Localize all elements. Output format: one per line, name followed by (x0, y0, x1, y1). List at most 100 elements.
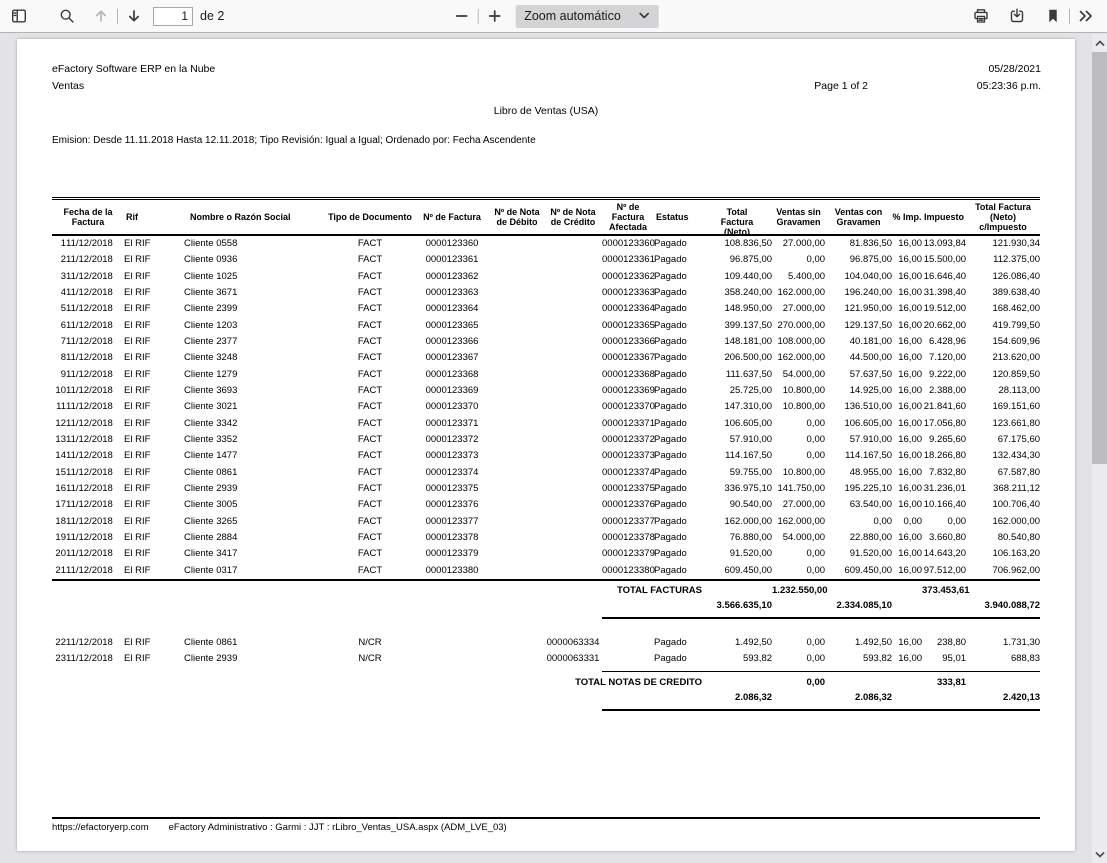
cell-total_neto: 25.725,00 (702, 383, 772, 399)
cell-imp: 16,00 (892, 416, 922, 432)
cell-ventas_con: 195.225,10 (825, 481, 892, 497)
footer-rule (52, 817, 1040, 819)
cell-ventas_sin: 0,00 (772, 432, 825, 448)
cell-factura: 0000123369 (414, 383, 490, 399)
secondary-toolbar-toggle-button[interactable] (1073, 3, 1099, 29)
cell-estatus: Pagado (654, 416, 702, 432)
cell-rif: El RIF (124, 334, 184, 350)
cell-tipo: FACT (326, 399, 414, 415)
cell-ventas_con: 1.492,50 (825, 635, 892, 651)
cell-impuesto: 6.428,96 (922, 334, 966, 350)
cell-ventas_sin: 0,00 (772, 252, 825, 268)
cell-num: 13 (52, 432, 66, 448)
zoom-in-button[interactable] (481, 3, 507, 29)
cell-nombre: Cliente 3342 (184, 416, 326, 432)
arrow-down-icon (126, 8, 142, 24)
cell-rif: El RIF (124, 465, 184, 481)
bookmark-button[interactable] (1040, 3, 1066, 29)
cell-imp: 16,00 (892, 269, 922, 285)
toolbar-separator (477, 9, 478, 24)
total-facturas-con-impuesto: 3.940.088,72 (966, 598, 1040, 614)
cell-fecha: 11/12/2018 (66, 318, 124, 334)
cell-imp: 16,00 (892, 318, 922, 334)
cell-imp: 16,00 (892, 252, 922, 268)
next-page-button[interactable] (121, 3, 147, 29)
cell-nota_credito: 0000063331 (544, 651, 602, 667)
cell-tipo: FACT (326, 465, 414, 481)
scroll-down-button[interactable] (1092, 846, 1107, 862)
cell-total_con: 106.163,20 (966, 546, 1040, 562)
cell-total_neto: 90.540,00 (702, 497, 772, 513)
cell-tipo: FACT (326, 481, 414, 497)
cell-nota_debito (490, 546, 544, 562)
cell-ventas_sin: 5.400,00 (772, 269, 825, 285)
cell-total_con: 80.540,80 (966, 530, 1040, 546)
cell-ventas_con: 57.910,00 (825, 432, 892, 448)
cell-estatus: Pagado (654, 481, 702, 497)
print-button[interactable] (968, 3, 994, 29)
download-button[interactable] (1004, 3, 1030, 29)
cell-factura: 0000123370 (414, 399, 490, 415)
page-number-input[interactable] (153, 7, 193, 26)
cell-estatus: Pagado (654, 285, 702, 301)
cell-estatus: Pagado (654, 367, 702, 383)
cell-nota_credito (544, 399, 602, 415)
cell-rif: El RIF (124, 269, 184, 285)
cell-nombre: Cliente 3693 (184, 383, 326, 399)
report-emission-line: Emision: Desde 11.11.2018 Hasta 12.11.20… (52, 135, 536, 146)
cell-imp: 16,00 (892, 546, 922, 562)
vertical-scrollbar[interactable] (1092, 34, 1107, 863)
cell-imp: 16,00 (892, 334, 922, 350)
col-header-impuesto: Impuesto (922, 200, 966, 235)
cell-nota_debito (490, 563, 544, 580)
cell-impuesto: 7.120,00 (922, 350, 966, 366)
cell-factura: 0000123364 (414, 301, 490, 317)
cell-nota_debito (490, 269, 544, 285)
cell-factura_afectada: 0000123367 (602, 350, 654, 366)
page-count-label: de 2 (200, 9, 224, 23)
cell-total_neto: 148.181,00 (702, 334, 772, 350)
cell-total_neto: 336.975,10 (702, 481, 772, 497)
cell-nota_debito (490, 334, 544, 350)
cell-fecha: 11/12/2018 (66, 350, 124, 366)
cell-tipo: FACT (326, 530, 414, 546)
cell-total_con: 169.151,60 (966, 399, 1040, 415)
cell-tipo: FACT (326, 252, 414, 268)
cell-ventas_sin: 27.000,00 (772, 301, 825, 317)
cell-rif: El RIF (124, 481, 184, 497)
col-header-fecha: Fecha de la Factura (52, 200, 124, 235)
cell-imp: 16,00 (892, 235, 922, 252)
cell-factura_afectada: 0000123365 (602, 318, 654, 334)
cell-nota_debito (490, 318, 544, 334)
sidebar-toggle-button[interactable] (6, 3, 32, 29)
previous-page-button[interactable] (88, 3, 114, 29)
cell-factura: 0000123361 (414, 252, 490, 268)
cell-fecha: 11/12/2018 (66, 514, 124, 530)
cell-factura (414, 651, 490, 667)
find-button[interactable] (54, 3, 80, 29)
cell-imp: 16,00 (892, 497, 922, 513)
cell-impuesto: 19.512,00 (922, 301, 966, 317)
cell-factura_afectada: 0000123370 (602, 399, 654, 415)
cell-factura: 0000123376 (414, 497, 490, 513)
zoom-select[interactable]: Zoom automático (515, 5, 659, 28)
table-header-row: Fecha de la Factura Rif Nombre o Razón S… (52, 200, 1040, 235)
cell-total_neto: 206.500,00 (702, 350, 772, 366)
report-time: 05:23:36 p.m. (977, 80, 1041, 92)
cell-rif: El RIF (124, 497, 184, 513)
scrollbar-thumb[interactable] (1092, 52, 1107, 464)
cell-nombre: Cliente 1279 (184, 367, 326, 383)
cell-total_con: 688,83 (966, 651, 1040, 667)
cell-num: 8 (52, 350, 66, 366)
total-facturas-ventas-sin: 1.232.550,00 (772, 583, 825, 599)
cell-rif: El RIF (124, 235, 184, 252)
cell-nombre: Cliente 2399 (184, 301, 326, 317)
cell-ventas_sin: 162.000,00 (772, 514, 825, 530)
scroll-up-button[interactable] (1092, 35, 1107, 51)
cell-factura: 0000123373 (414, 448, 490, 464)
col-header-numero-factura: Nº de Factura (414, 200, 490, 235)
col-header-total-neto: Total Factura (Neto) (702, 200, 772, 235)
cell-factura_afectada: 0000123372 (602, 432, 654, 448)
cell-nota_credito (544, 318, 602, 334)
zoom-out-button[interactable] (448, 3, 474, 29)
